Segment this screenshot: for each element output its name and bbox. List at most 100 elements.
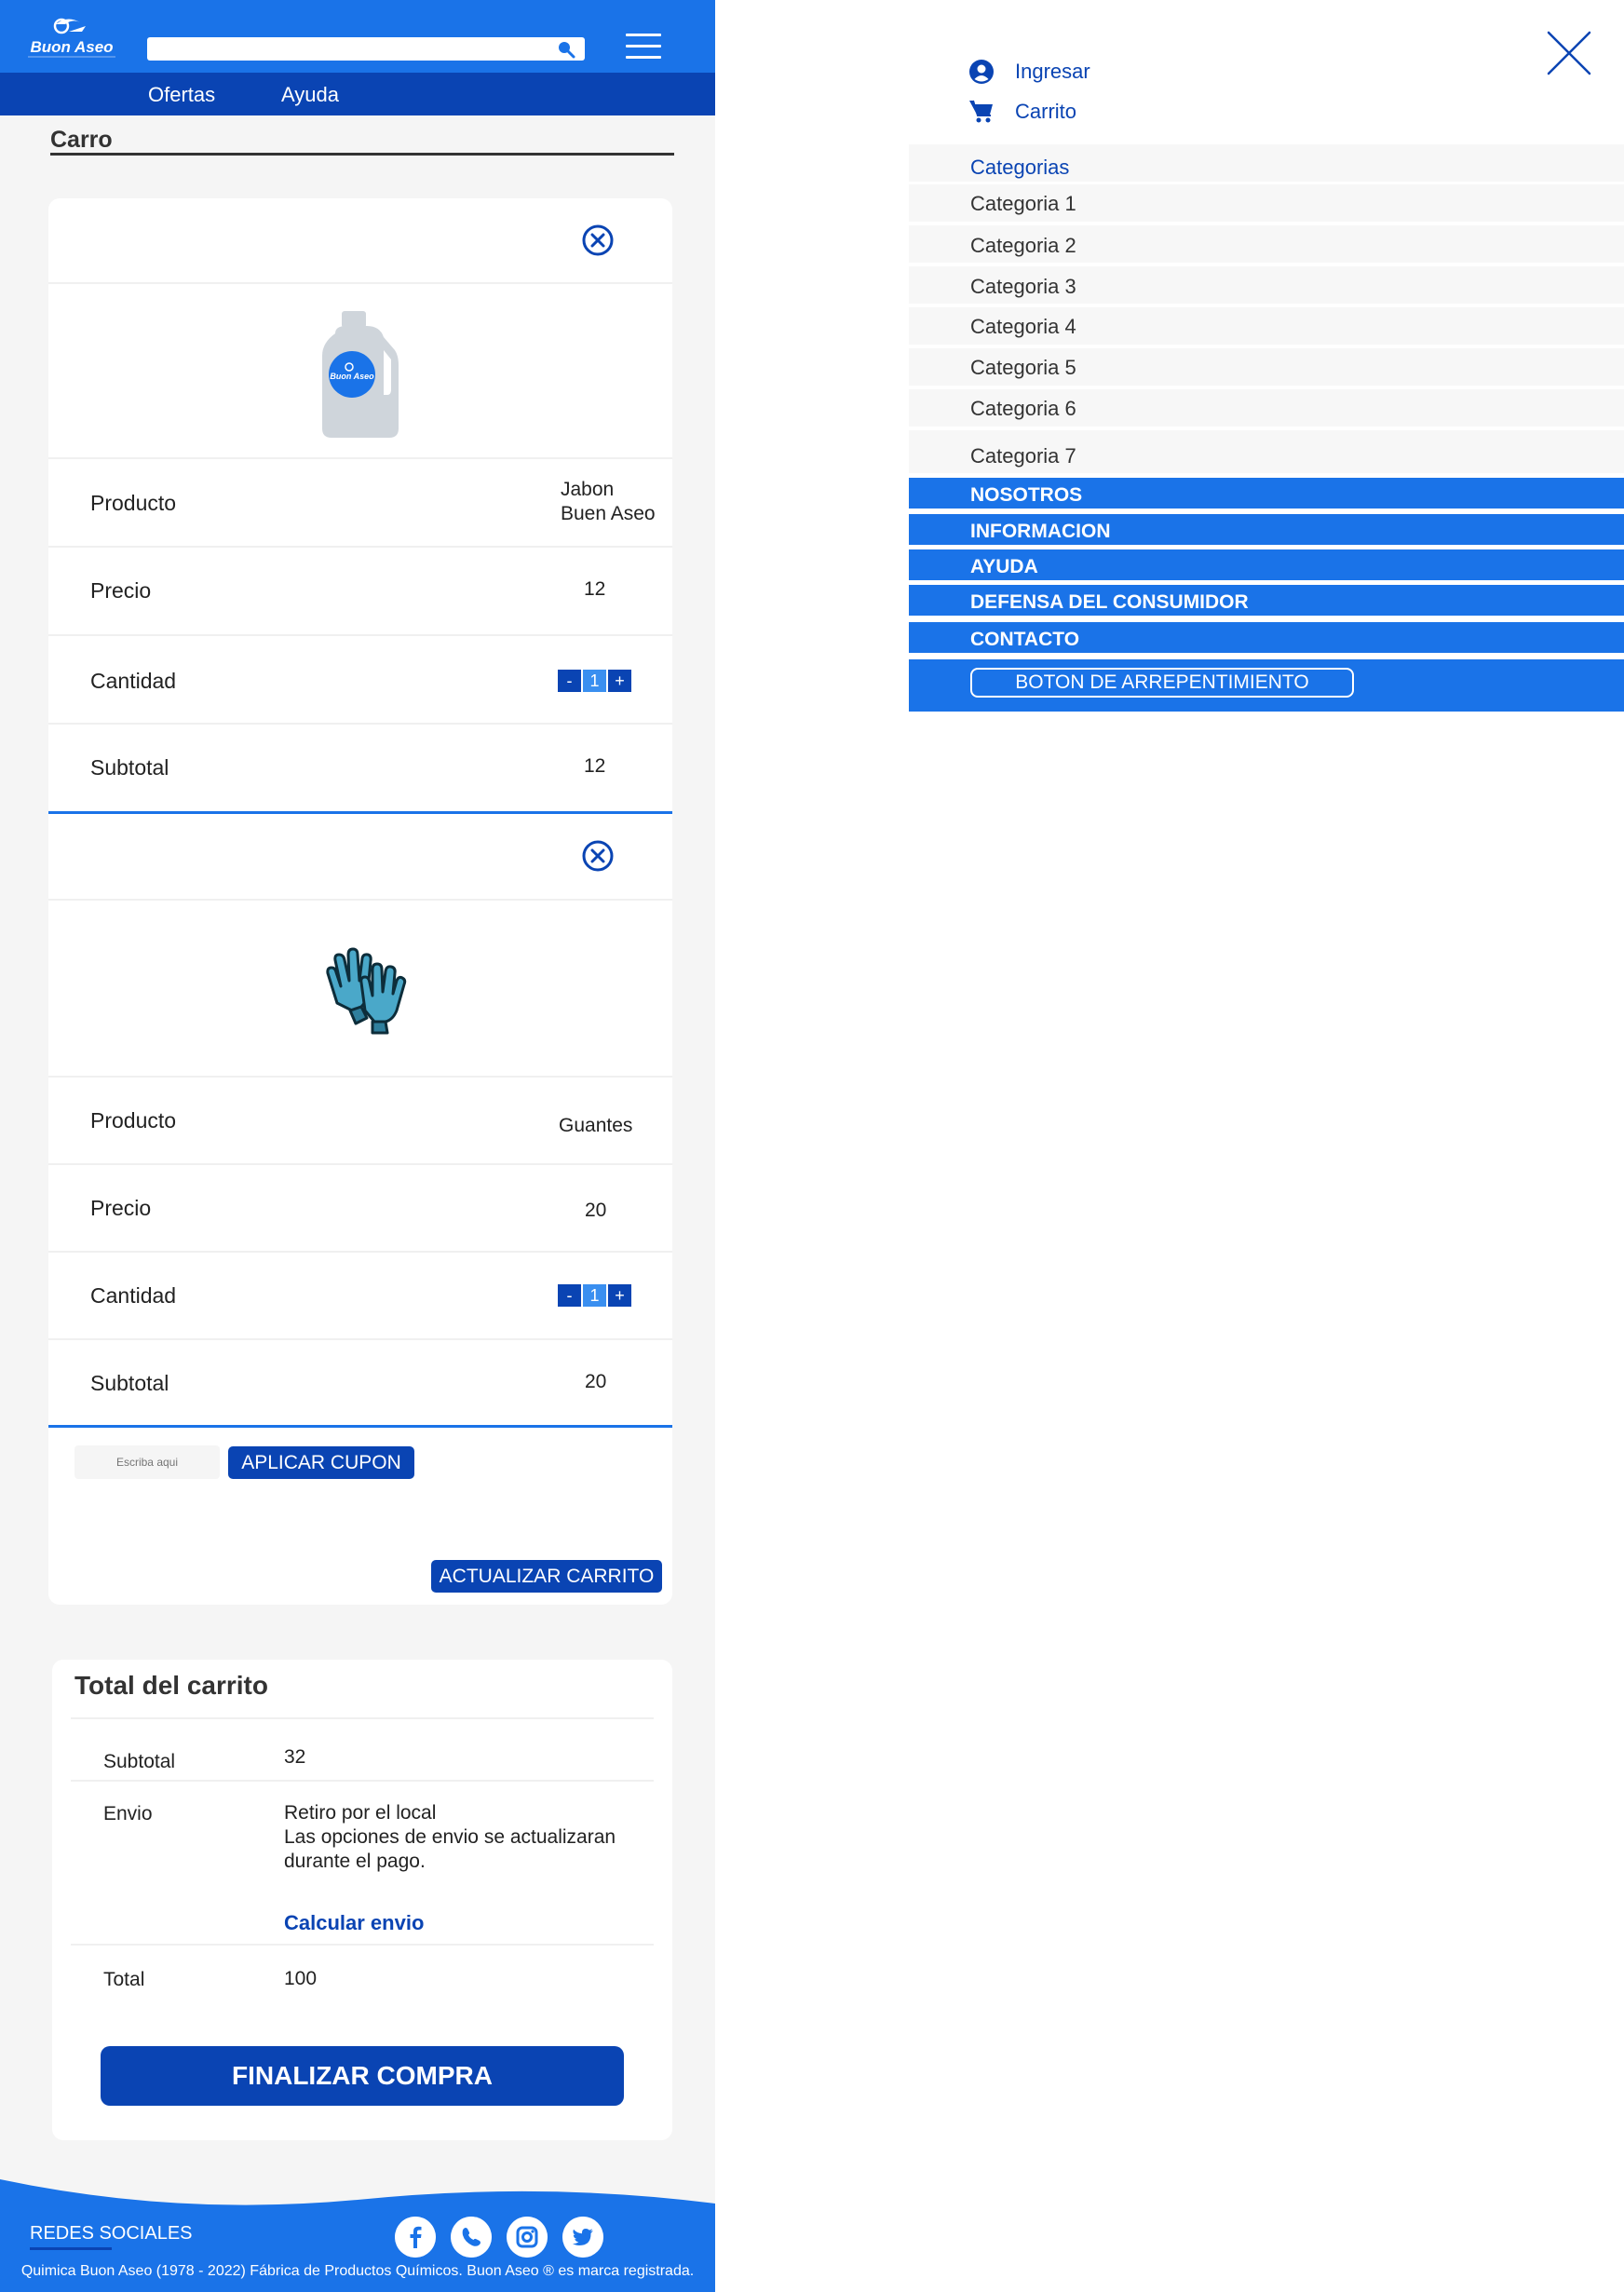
menu-item-categoria-2[interactable]: Categoria 2 xyxy=(909,225,1624,264)
menu-item-label: NOSOTROS xyxy=(970,484,1083,506)
cart-item-header xyxy=(48,814,672,901)
quantity-row: Cantidad - 1 + xyxy=(48,1253,672,1340)
price-value: 12 xyxy=(584,578,606,600)
quantity-stepper: - 1 + xyxy=(558,670,633,692)
subtotal-value: 20 xyxy=(585,1371,607,1392)
cart-card: Buon Aseo Producto Jabon Buen Aseo Preci… xyxy=(48,198,672,1605)
quantity-row: Cantidad - 1 + xyxy=(48,636,672,725)
cart-page: Buon Aseo Ofertas Ayuda Carro Buon Aseo … xyxy=(0,0,715,2292)
quantity-label: Cantidad xyxy=(90,1283,177,1308)
total-label: Total xyxy=(103,1969,145,1990)
login-link[interactable]: Ingresar xyxy=(1015,60,1090,84)
social-title-underline xyxy=(30,2247,112,2250)
cart-totals-card: Total del carrito Subtotal 32 Envio Reti… xyxy=(52,1660,672,2140)
nav-link-ofertas[interactable]: Ofertas xyxy=(148,83,215,107)
apply-coupon-button[interactable]: APLICAR CUPON xyxy=(228,1446,414,1479)
divider xyxy=(71,1780,654,1782)
menu-item-categoria-1[interactable]: Categoria 1 xyxy=(909,184,1624,224)
cart-icon xyxy=(969,100,993,123)
subtotal-value: 12 xyxy=(584,755,606,777)
menu-item-categoria-3[interactable]: Categoria 3 xyxy=(909,266,1624,305)
qty-value[interactable]: 1 xyxy=(583,1284,606,1307)
qty-plus-button[interactable]: + xyxy=(608,1284,631,1307)
item-separator xyxy=(48,1425,672,1428)
total-value: 100 xyxy=(284,1968,318,1989)
menu-item-categoria-6[interactable]: Categoria 6 xyxy=(909,389,1624,428)
cart-item-header xyxy=(48,198,672,284)
menu-item-label: AYUDA xyxy=(970,556,1038,577)
menu-item-label: Categoria 2 xyxy=(970,234,1076,257)
regret-section: BOTON DE ARREPENTIMIENTO xyxy=(909,659,1624,712)
product-value: Jabon Buen Aseo xyxy=(561,479,656,524)
subtotal-row: Subtotal 20 xyxy=(48,1340,672,1427)
title-underline xyxy=(50,153,674,156)
calculate-shipping-link[interactable]: Calcular envio xyxy=(284,1911,424,1935)
menu-item-categoria-5[interactable]: Categoria 5 xyxy=(909,348,1624,387)
totals-subtotal-value: 32 xyxy=(284,1746,306,1768)
remove-item-icon[interactable] xyxy=(581,839,615,873)
categories-heading: Categorias xyxy=(909,144,1624,183)
subtotal-row: Subtotal 12 xyxy=(48,725,672,811)
menu-item-label: Categoria 1 xyxy=(970,192,1076,215)
regret-button[interactable]: BOTON DE ARREPENTIMIENTO xyxy=(970,668,1354,698)
bottle-icon: Buon Aseo xyxy=(322,311,399,438)
gloves-icon xyxy=(326,947,407,1035)
menu-item-label: Categoria 3 xyxy=(970,275,1076,298)
price-value: 20 xyxy=(585,1200,607,1221)
qty-minus-button[interactable]: - xyxy=(558,1284,581,1307)
search-input[interactable] xyxy=(147,37,585,61)
shipping-label: Envio xyxy=(103,1803,153,1824)
price-label: Precio xyxy=(90,578,152,603)
coupon-input[interactable] xyxy=(74,1445,220,1479)
cart-item-image xyxy=(48,901,672,1078)
price-row: Precio 12 xyxy=(48,548,672,636)
finish-purchase-button[interactable]: FINALIZAR COMPRA xyxy=(101,2046,624,2106)
qty-plus-button[interactable]: + xyxy=(608,670,631,692)
quantity-stepper: - 1 + xyxy=(558,1284,633,1307)
menu-item-label: Categoria 5 xyxy=(970,356,1076,379)
menu-item-ayuda[interactable]: AYUDA xyxy=(909,549,1624,583)
totals-subtotal-label: Subtotal xyxy=(103,1751,176,1772)
divider xyxy=(71,1717,654,1719)
menu-item-label: Categoria 7 xyxy=(970,444,1076,468)
menu-item-informacion[interactable]: INFORMACION xyxy=(909,514,1624,548)
svg-text:Buon Aseo: Buon Aseo xyxy=(30,38,113,56)
cart-link[interactable]: Carrito xyxy=(1015,100,1076,124)
hamburger-menu-icon[interactable] xyxy=(626,34,661,61)
facebook-icon[interactable] xyxy=(395,2217,436,2258)
menu-item-contacto[interactable]: CONTACTO xyxy=(909,622,1624,656)
quantity-label: Cantidad xyxy=(90,669,177,693)
copyright-text: Quimica Buon Aseo (1978 - 2022) Fábrica … xyxy=(20,2263,695,2279)
menu-item-categoria-7[interactable]: Categoria 7 xyxy=(909,430,1624,475)
search-icon[interactable] xyxy=(557,40,575,59)
cart-item-image: Buon Aseo xyxy=(48,284,672,459)
qty-value[interactable]: 1 xyxy=(583,670,606,692)
remove-item-icon[interactable] xyxy=(581,224,615,257)
menu-item-nosotros[interactable]: NOSOTROS xyxy=(909,478,1624,511)
page-title: Carro xyxy=(50,127,113,153)
update-cart-button[interactable]: ACTUALIZAR CARRITO xyxy=(431,1560,662,1593)
menu-item-defensa-del-consumidor[interactable]: DEFENSA DEL CONSUMIDOR xyxy=(909,585,1624,618)
shipping-info: Retiro por el local Las opciones de envi… xyxy=(284,1801,616,1874)
menu-item-label: INFORMACION xyxy=(970,521,1111,542)
menu-item-label: DEFENSA DEL CONSUMIDOR xyxy=(970,591,1249,613)
totals-title: Total del carrito xyxy=(74,1671,268,1700)
product-label: Producto xyxy=(90,1108,177,1132)
svg-text:Buon Aseo: Buon Aseo xyxy=(330,372,374,381)
nav-link-ayuda[interactable]: Ayuda xyxy=(281,83,339,107)
qty-minus-button[interactable]: - xyxy=(558,670,581,692)
shipping-line: durante el pago. xyxy=(284,1851,426,1872)
product-label: Producto xyxy=(90,491,177,515)
menu-item-categoria-4[interactable]: Categoria 4 xyxy=(909,307,1624,346)
whatsapp-icon[interactable] xyxy=(451,2217,492,2258)
shipping-line: Retiro por el local xyxy=(284,1802,437,1824)
instagram-icon[interactable] xyxy=(507,2217,548,2258)
categories-title: Categorias xyxy=(970,156,1070,179)
top-bar: Buon Aseo xyxy=(0,0,715,73)
subtotal-label: Subtotal xyxy=(90,755,169,780)
twitter-icon[interactable] xyxy=(562,2217,603,2258)
price-row: Precio 20 xyxy=(48,1165,672,1253)
logo[interactable]: Buon Aseo xyxy=(20,13,123,63)
close-icon[interactable] xyxy=(1546,30,1592,76)
menu-item-label: CONTACTO xyxy=(970,629,1080,650)
